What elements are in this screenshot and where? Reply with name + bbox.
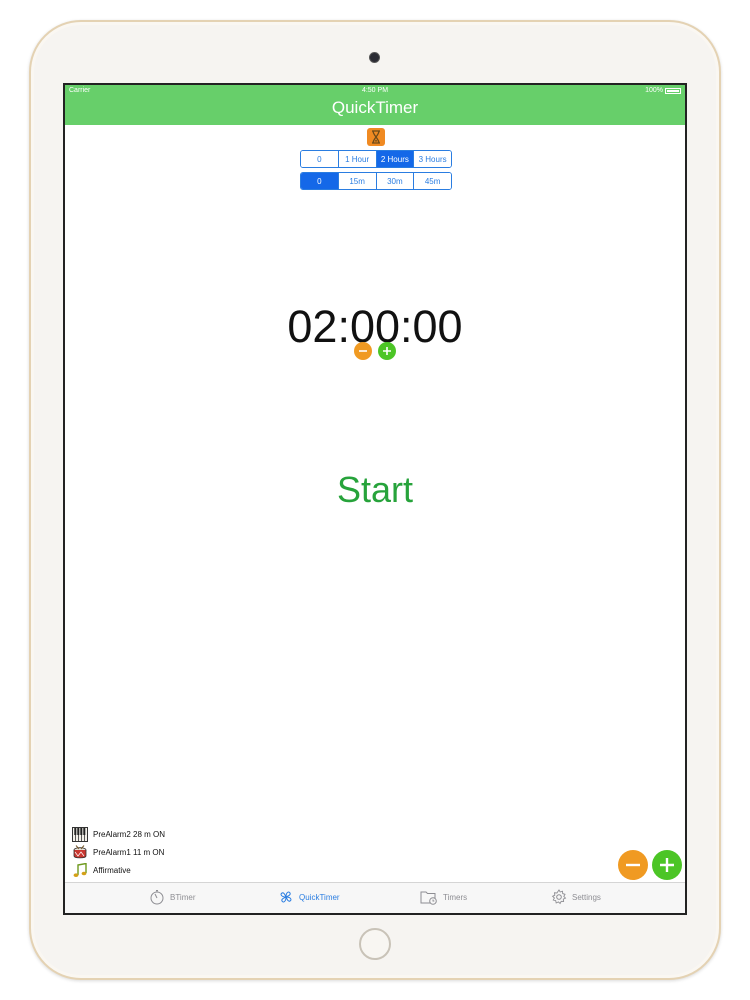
minutes-option-45m[interactable]: 45m bbox=[414, 173, 451, 189]
hours-option-1-hour[interactable]: 1 Hour bbox=[338, 151, 377, 167]
home-button[interactable] bbox=[359, 928, 391, 960]
affirmative-item[interactable]: Affirmative bbox=[71, 862, 131, 878]
minus-icon bbox=[626, 863, 640, 867]
minutes-segmented-control: 0 15m 30m 45m bbox=[300, 172, 452, 190]
tab-btimer[interactable]: BTimer bbox=[149, 889, 195, 905]
fan-icon bbox=[280, 891, 292, 903]
decrease-time-button[interactable] bbox=[354, 342, 372, 360]
battery-percent: 100% bbox=[645, 87, 663, 94]
hours-option-3-hours[interactable]: 3 Hours bbox=[414, 151, 451, 167]
tab-label: BTimer bbox=[170, 892, 196, 902]
alarm-label: PreAlarm2 28 m ON bbox=[93, 829, 166, 839]
folder-clock-icon bbox=[420, 891, 437, 905]
tab-label: Settings bbox=[572, 892, 601, 902]
music-note-icon bbox=[71, 862, 88, 878]
camera-icon bbox=[369, 52, 380, 63]
battery-status: 100% bbox=[645, 87, 681, 94]
screen: Carrier 4:50 PM 100% QuickTimer 0 1 Hour… bbox=[63, 83, 687, 915]
page-title: QuickTimer bbox=[331, 98, 419, 117]
tab-settings[interactable]: Settings bbox=[551, 889, 601, 905]
stopwatch-icon bbox=[150, 890, 164, 905]
tab-bar: BTimer QuickTimer Timers Settings bbox=[65, 882, 685, 913]
plus-icon bbox=[383, 347, 391, 355]
status-time: 4:50 PM bbox=[361, 87, 389, 94]
alarm-label: PreAlarm1 11 m ON bbox=[93, 847, 165, 857]
prealarm1-item[interactable]: PreAlarm1 11 m ON bbox=[71, 844, 164, 860]
hours-option-2-hours[interactable]: 2 Hours bbox=[376, 151, 415, 167]
remove-alarm-button[interactable] bbox=[618, 850, 648, 880]
piano-icon bbox=[71, 826, 88, 842]
navigation-bar: Carrier 4:50 PM 100% QuickTimer bbox=[65, 85, 685, 125]
start-button[interactable]: Start bbox=[65, 469, 685, 511]
battery-icon bbox=[665, 87, 681, 94]
tab-quicktimer[interactable]: QuickTimer bbox=[278, 889, 340, 905]
timer-display: 02:00:00 bbox=[287, 301, 463, 352]
plus-icon bbox=[660, 858, 674, 872]
minutes-option-0[interactable]: 0 bbox=[301, 173, 339, 189]
add-alarm-button[interactable] bbox=[652, 850, 682, 880]
drum-icon bbox=[71, 844, 88, 860]
tab-label: QuickTimer bbox=[299, 892, 340, 902]
minutes-option-15m[interactable]: 15m bbox=[338, 173, 377, 189]
prealarm2-item[interactable]: PreAlarm2 28 m ON bbox=[71, 826, 165, 842]
minus-icon bbox=[359, 350, 367, 352]
alarm-label: Affirmative bbox=[93, 865, 131, 875]
tab-timers[interactable]: Timers bbox=[420, 889, 467, 905]
increase-time-button[interactable] bbox=[378, 342, 396, 360]
hours-segmented-control: 0 1 Hour 2 Hours 3 Hours bbox=[300, 150, 452, 168]
tab-label: Timers bbox=[443, 892, 468, 902]
minutes-option-30m[interactable]: 30m bbox=[376, 173, 415, 189]
hourglass-icon[interactable] bbox=[367, 128, 385, 146]
gear-icon bbox=[551, 889, 567, 905]
hours-option-0[interactable]: 0 bbox=[301, 151, 339, 167]
